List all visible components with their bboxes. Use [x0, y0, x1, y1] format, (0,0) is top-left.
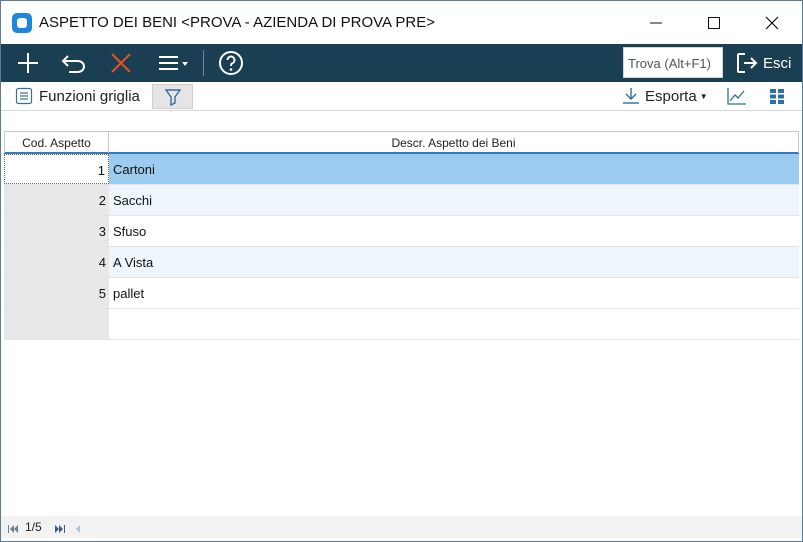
new-entry-row[interactable]: [4, 309, 799, 340]
table-row[interactable]: 4 A Vista: [4, 247, 799, 278]
scroll-left-button[interactable]: [74, 521, 82, 539]
column-header-description[interactable]: Descr. Aspetto dei Beni: [109, 132, 799, 153]
pager-first-button[interactable]: [7, 521, 19, 539]
code-cell[interactable]: [4, 309, 109, 339]
new-button[interactable]: [11, 44, 45, 82]
table-row[interactable]: 3 Sfuso: [4, 216, 799, 247]
description-cell[interactable]: Cartoni: [109, 154, 799, 184]
chevron-left-icon: [76, 525, 80, 533]
skip-last-icon: [55, 525, 65, 533]
cancel-x-icon: [111, 53, 131, 73]
chevron-down-icon: ▼: [699, 91, 708, 101]
minimize-icon: [650, 22, 662, 23]
description-cell[interactable]: pallet: [109, 278, 799, 308]
code-cell[interactable]: 2: [4, 185, 109, 215]
plus-icon: [18, 53, 38, 73]
description-cell[interactable]: [109, 309, 799, 339]
grid-layout-icon: [770, 89, 784, 104]
pager-position: 1/5: [25, 520, 42, 534]
help-question-icon: [219, 51, 243, 75]
search-input[interactable]: Trova (Alt+F1): [623, 47, 723, 78]
exit-door-icon: [737, 53, 758, 73]
filter-button[interactable]: [152, 84, 193, 109]
code-cell[interactable]: 1: [4, 154, 109, 184]
grid-functions-button[interactable]: Funzioni griglia: [15, 87, 140, 105]
app-logo-icon: [12, 13, 32, 33]
toolbar-separator: [203, 50, 204, 76]
description-cell[interactable]: Sfuso: [109, 216, 799, 246]
main-toolbar: Trova (Alt+F1) Esci: [1, 44, 802, 82]
close-window-button[interactable]: [743, 1, 801, 44]
help-button[interactable]: [214, 44, 248, 82]
app-window: ASPETTO DEI BENI <PROVA - AZIENDA DI PRO…: [0, 0, 803, 542]
grid-header: Cod. Aspetto Descr. Aspetto dei Beni: [4, 131, 799, 154]
grid-footer: 1/5: [1, 516, 802, 538]
exit-button[interactable]: Esci: [735, 44, 795, 82]
description-cell[interactable]: A Vista: [109, 247, 799, 277]
table-row[interactable]: 1 Cartoni: [4, 154, 799, 185]
code-cell[interactable]: 5: [4, 278, 109, 308]
code-cell[interactable]: 4: [4, 247, 109, 277]
undo-button[interactable]: [57, 44, 91, 82]
line-chart-icon: [727, 88, 746, 105]
data-grid: Cod. Aspetto Descr. Aspetto dei Beni 1 C…: [4, 131, 799, 340]
maximize-button[interactable]: [685, 1, 743, 44]
grid-toolbar: Funzioni griglia Esporta ▼: [1, 82, 802, 111]
maximize-icon: [708, 16, 720, 29]
list-document-icon: [15, 87, 33, 105]
code-cell[interactable]: 3: [4, 216, 109, 246]
title-bar: ASPETTO DEI BENI <PROVA - AZIENDA DI PRO…: [1, 1, 802, 44]
minimize-button[interactable]: [627, 1, 685, 44]
hamburger-menu-icon: [159, 56, 188, 70]
pager-last-button[interactable]: [54, 521, 66, 539]
column-header-code[interactable]: Cod. Aspetto: [4, 132, 109, 153]
description-cell[interactable]: Sacchi: [109, 185, 799, 215]
grid-layout-button[interactable]: [769, 88, 785, 109]
window-title: ASPETTO DEI BENI <PROVA - AZIENDA DI PRO…: [39, 14, 435, 31]
grid-functions-label: Funzioni griglia: [39, 87, 140, 105]
undo-icon: [61, 55, 85, 73]
close-icon: [765, 16, 779, 29]
filter-funnel-icon: [164, 88, 181, 106]
export-button[interactable]: Esporta ▼: [622, 87, 708, 105]
menu-dropdown-button[interactable]: [151, 44, 195, 82]
chart-button[interactable]: [727, 87, 747, 110]
table-row[interactable]: 2 Sacchi: [4, 185, 799, 216]
exit-label: Esci: [763, 54, 792, 72]
export-label: Esporta: [645, 87, 697, 105]
download-icon: [623, 88, 639, 104]
table-row[interactable]: 5 pallet: [4, 278, 799, 309]
cancel-button[interactable]: [104, 44, 138, 82]
skip-first-icon: [8, 525, 18, 533]
